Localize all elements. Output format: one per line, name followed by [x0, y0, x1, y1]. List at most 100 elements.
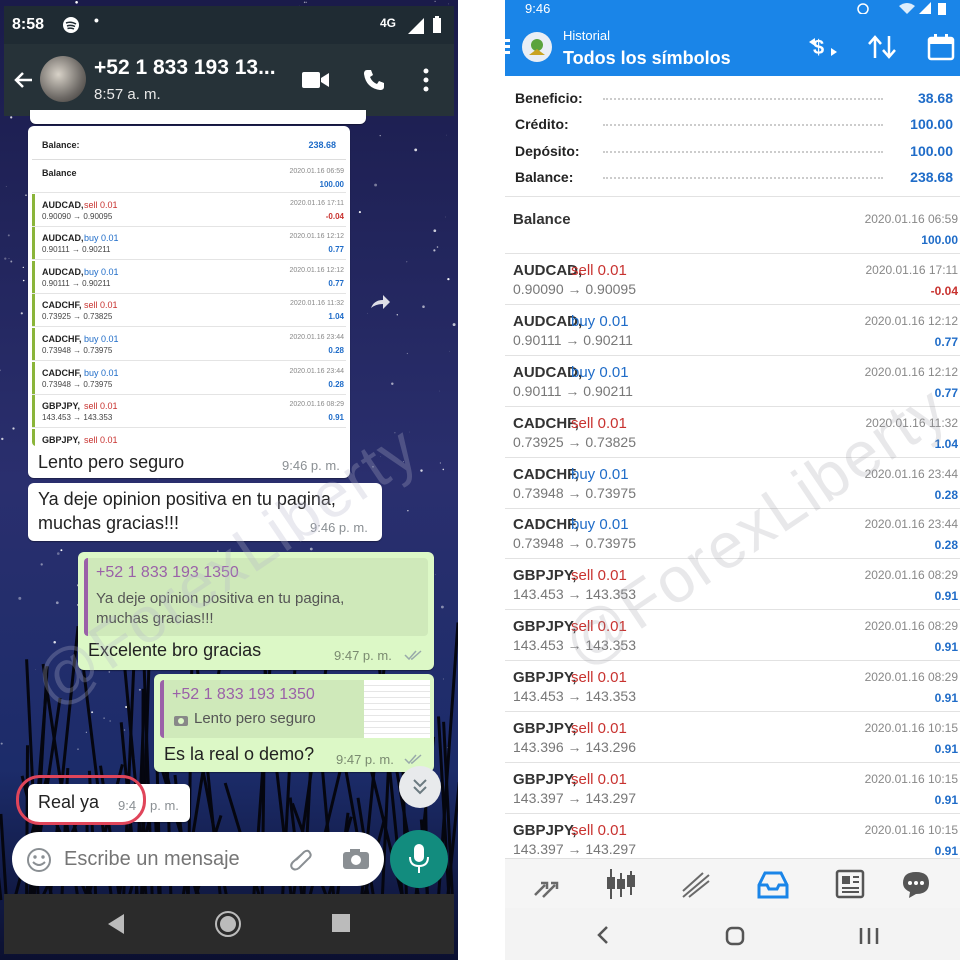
avatar[interactable] [40, 56, 86, 102]
row-accent-bar [32, 193, 35, 226]
forward-icon[interactable] [368, 290, 392, 314]
mic-button[interactable] [390, 830, 448, 888]
trade-profit: -0.04 [930, 283, 958, 298]
row-accent-bar [32, 227, 35, 260]
mini-date: 2020.01.16 23:44 [289, 367, 345, 375]
mini-date: 2020.01.16 12:12 [289, 233, 345, 241]
mini-summary-value: 238.68 [308, 140, 336, 150]
trade-prices: 0.90090 → 0.90095 [513, 280, 636, 297]
nav-home-icon[interactable] [725, 926, 745, 946]
trade-symbol: GBPJPY, [513, 567, 577, 585]
mini-side: buy 0.01 [84, 266, 119, 277]
video-call-icon[interactable] [302, 70, 330, 90]
read-ticks-icon [404, 754, 422, 765]
mini-profit: 0.77 [328, 278, 344, 288]
trade-date: 2020.01.16 10:15 [864, 822, 958, 837]
trade-profit: 100.00 [921, 233, 958, 247]
camera-icon [174, 716, 188, 726]
emoji-icon[interactable] [26, 847, 52, 873]
trade-tab-icon[interactable] [681, 871, 711, 899]
trade-prices: 0.73925 → 0.73825 [513, 433, 636, 450]
contact-name[interactable]: +52 1 833 193 13... [94, 56, 276, 80]
trade-row[interactable]: GBPJPY, sell 0.01 143.453 → 143.353 2020.01… [505, 661, 960, 713]
outgoing-reply-bubble[interactable]: +52 1 833 193 1350 Lento pero seguro Es … [154, 674, 434, 772]
trade-row[interactable]: GBPJPY, sell 0.01 143.396 → 143.296 2020.01… [505, 712, 960, 763]
camera-icon[interactable] [342, 848, 370, 870]
message-time: 9:47 p. m. [336, 752, 394, 767]
trade-date: 2020.01.16 08:29 [864, 619, 958, 634]
wifi-icon [899, 3, 915, 14]
trade-row[interactable]: AUDCAD, buy 0.01 0.90111 → 0.90211 2020.01.… [505, 305, 960, 356]
mini-side: sell 0.01 [84, 401, 118, 412]
mini-trade-row: AUDCAD, buy 0.01 0.90111 → 0.90211 2020.01.… [32, 227, 346, 261]
trade-prices: 143.397 → 143.297 [513, 789, 636, 806]
back-arrow-icon[interactable] [12, 68, 36, 92]
voice-call-icon[interactable] [362, 68, 386, 92]
nav-home-icon[interactable] [214, 910, 242, 938]
nav-recents-icon[interactable] [859, 928, 879, 944]
image-message-bubble[interactable]: Balance: 238.68 Balance 2020.01.16 06:59 1… [28, 126, 350, 478]
trade-symbol: GBPJPY, [513, 770, 577, 788]
trade-profit: 0.77 [934, 334, 958, 349]
summary-row: Beneficio: 38.68 [513, 86, 953, 112]
header-title: Historial [563, 28, 610, 43]
previous-bubble-edge [30, 110, 366, 124]
signal-icon [919, 2, 931, 14]
nav-recents-icon[interactable] [332, 914, 352, 934]
calendar-icon[interactable] [927, 33, 955, 61]
chart-tab-icon[interactable] [605, 867, 637, 901]
mini-side: buy 0.01 [84, 367, 119, 378]
mini-prices: 0.90111 → 0.90211 [42, 278, 111, 288]
news-tab-icon[interactable] [835, 869, 865, 899]
trade-date: 2020.01.16 17:11 [865, 262, 958, 277]
summary-divider [505, 196, 960, 197]
mini-symbol: Balance [42, 168, 77, 178]
dotted-leader [603, 150, 883, 153]
mini-trade-row: CADCHF, sell 0.01 0.73925 → 0.73825 2020.01… [32, 294, 346, 328]
shared-screenshot-image[interactable]: Balance: 238.68 Balance 2020.01.16 06:59 1… [32, 130, 346, 446]
trade-side: sell 0.01 [571, 414, 627, 432]
summary-value: 100.00 [910, 142, 953, 159]
double-chevron-down-icon [413, 779, 427, 795]
trade-date: 2020.01.16 23:44 [864, 517, 958, 532]
summary-value: 100.00 [910, 116, 953, 133]
nav-back-icon[interactable] [108, 914, 126, 934]
row-accent-bar [32, 428, 35, 446]
notification-dot: • [94, 12, 99, 28]
trade-profit: 0.28 [934, 538, 958, 553]
mini-side: sell 0.01 [84, 300, 118, 311]
message-input[interactable] [64, 844, 274, 874]
quoted-message[interactable]: +52 1 833 193 1350 Lento pero seguro [160, 680, 430, 738]
more-options-icon[interactable] [422, 68, 430, 92]
mini-date: 2020.01.16 23:44 [289, 334, 345, 341]
battery-icon [938, 3, 946, 15]
status-time: 8:58 [12, 16, 45, 33]
nav-back-icon[interactable] [597, 926, 609, 944]
trade-prices: 0.90111 → 0.90211 [513, 382, 633, 399]
image-caption: Lento pero seguro [38, 452, 185, 472]
header-subtitle[interactable]: Todos los símbolos [563, 48, 731, 69]
mini-symbol: CADCHF, [42, 300, 82, 311]
trade-profit: 0.91 [934, 843, 958, 858]
message-input-bar[interactable] [12, 832, 384, 886]
trade-profit: 0.91 [934, 742, 958, 756]
chat-tab-icon[interactable] [901, 869, 931, 899]
quotes-tab-icon[interactable] [531, 871, 559, 899]
currency-filter-icon[interactable]: $ [807, 34, 839, 60]
mini-date: 2020.01.16 12:12 [289, 266, 345, 274]
trade-row[interactable]: AUDCAD, sell 0.01 0.90090 → 0.90095 2020.01… [505, 254, 960, 305]
spotify-icon [63, 17, 79, 33]
android-nav-bar [4, 894, 454, 954]
mini-prices: 0.73948 → 0.73975 [42, 379, 113, 389]
trade-row[interactable]: GBPJPY, sell 0.01 143.397 → 143.297 2020.01… [505, 763, 960, 814]
trade-side: sell 0.01 [571, 261, 627, 279]
row-accent-bar [32, 294, 35, 327]
mini-trade-row: Balance 2020.01.16 06:59 100.00 [32, 160, 346, 193]
attach-icon[interactable] [288, 846, 314, 872]
menu-icon[interactable] [505, 39, 511, 55]
history-tab-icon[interactable] [757, 871, 789, 899]
scroll-to-bottom-button[interactable] [399, 766, 441, 808]
mini-date: 2020.01.16 06:59 [289, 168, 345, 175]
sort-icon[interactable] [867, 34, 897, 60]
trade-row[interactable]: Balance 2020.01.16 06:59 100.00 [505, 203, 960, 254]
